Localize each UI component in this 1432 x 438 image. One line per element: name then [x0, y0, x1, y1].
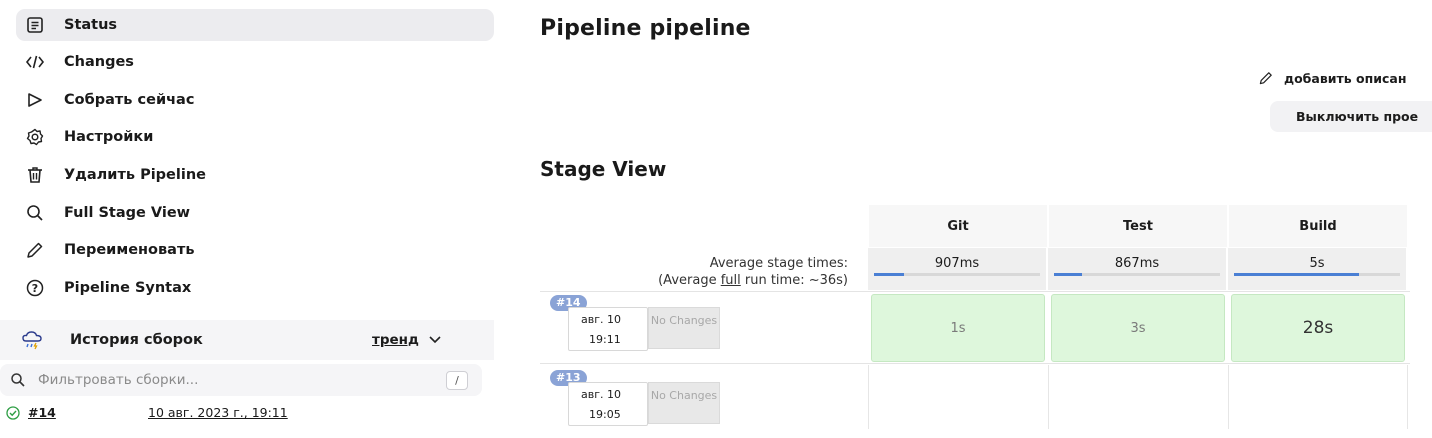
- pencil-icon: [24, 239, 46, 261]
- sidebar-item-label: Full Stage View: [64, 205, 191, 221]
- sidebar-item-label: Удалить Pipeline: [64, 167, 206, 183]
- add-description-link[interactable]: добавить описан: [1258, 70, 1406, 86]
- search-icon: [11, 373, 25, 387]
- trash-icon: [24, 164, 46, 186]
- stage-view-title: Stage View: [540, 157, 667, 181]
- no-changes-box: No Changes: [648, 382, 720, 424]
- sidebar-item-full-stage-view[interactable]: Full Stage View: [16, 197, 494, 229]
- sidebar-item-label: Настройки: [64, 129, 154, 145]
- chevron-down-icon: [429, 336, 441, 344]
- stage-header-build: Build: [1228, 205, 1407, 247]
- build-number-link[interactable]: #14: [28, 405, 56, 420]
- avg-time-value: 907ms: [934, 256, 980, 271]
- page-title: Pipeline pipeline: [540, 16, 751, 41]
- build-filter-input[interactable]: Фильтровать сборки... /: [0, 364, 482, 396]
- average-full-run-line: (Average full run time: ~36s): [540, 272, 848, 289]
- sidebar-item-label: Status: [64, 17, 118, 33]
- average-stage-times-label: Average stage times: (Average full run t…: [540, 255, 848, 289]
- trend-label: тренд: [372, 332, 419, 348]
- sidebar-item-label: Pipeline Syntax: [64, 280, 192, 296]
- full-run-link[interactable]: full: [721, 273, 741, 288]
- gear-icon: [24, 126, 46, 148]
- play-icon: [24, 89, 46, 111]
- avg-time-bar: [1054, 273, 1220, 276]
- disable-project-button[interactable]: Выключить прое: [1270, 101, 1432, 132]
- run-date-box: авг. 10 19:11: [568, 307, 648, 351]
- filter-placeholder: Фильтровать сборки...: [38, 372, 199, 388]
- weather-icon: [22, 331, 42, 350]
- avg-time-value: 867ms: [1114, 256, 1160, 271]
- run-row-header-14[interactable]: #14 авг. 10 19:11 No Changes: [540, 295, 868, 363]
- stage-header-git: Git: [868, 205, 1047, 247]
- sidebar-item-delete-pipeline[interactable]: Удалить Pipeline: [16, 159, 494, 191]
- success-check-icon: [6, 405, 20, 420]
- build-history-header: История сборок тренд: [0, 320, 494, 360]
- sidebar-item-changes[interactable]: Changes: [16, 46, 494, 78]
- stage-cell-git-13[interactable]: [868, 365, 1047, 429]
- run-date: авг. 10: [581, 388, 621, 401]
- avg-prefix: (Average: [658, 273, 721, 288]
- stage-header-test: Test: [1048, 205, 1227, 247]
- build-date-link[interactable]: 10 авг. 2023 г., 19:11: [148, 405, 288, 420]
- avg-time-bar-fill: [1234, 273, 1359, 276]
- run-time: 19:11: [589, 333, 621, 346]
- avg-time-bar-fill: [874, 273, 904, 276]
- sidebar-item-status[interactable]: Status: [16, 9, 494, 41]
- avg-time-build: 5s: [1228, 248, 1406, 290]
- svg-text:?: ?: [32, 282, 38, 295]
- trend-link[interactable]: тренд: [372, 332, 441, 348]
- sidebar-item-label: Собрать сейчас: [64, 92, 195, 108]
- row-divider: [540, 363, 1410, 364]
- avg-suffix: run time: ~36s): [740, 273, 848, 288]
- sidebar-item-settings[interactable]: Настройки: [16, 121, 494, 153]
- avg-time-bar: [874, 273, 1040, 276]
- help-icon: ?: [24, 277, 46, 299]
- stage-cell-build-13[interactable]: [1228, 365, 1408, 429]
- sidebar-item-label: Переименовать: [64, 242, 195, 258]
- code-icon: [24, 51, 46, 73]
- status-doc-icon: [24, 14, 46, 36]
- avg-time-value: 5s: [1309, 256, 1325, 271]
- sidebar-item-build-now[interactable]: Собрать сейчас: [16, 84, 494, 116]
- run-date-box: авг. 10 19:05: [568, 382, 648, 426]
- average-stage-times-line1: Average stage times:: [709, 256, 848, 271]
- stage-cell-test-13[interactable]: [1048, 365, 1227, 429]
- sidebar-item-pipeline-syntax[interactable]: ? Pipeline Syntax: [16, 272, 494, 304]
- avg-time-bar-fill: [1054, 273, 1083, 276]
- sidebar-item-label: Changes: [64, 54, 134, 70]
- build-history-row[interactable]: #14 10 авг. 2023 г., 19:11: [0, 400, 494, 425]
- sidebar-item-rename[interactable]: Переименовать: [16, 234, 494, 266]
- stage-cell-build-14[interactable]: 28s: [1231, 294, 1405, 362]
- run-date: авг. 10: [581, 313, 621, 326]
- filter-shortcut-key: /: [446, 371, 468, 390]
- stage-cell-git-14[interactable]: 1s: [871, 294, 1045, 362]
- avg-time-bar: [1234, 273, 1400, 276]
- search-icon: [24, 202, 46, 224]
- sidebar: Status Changes Собрать сейчас Настройки …: [0, 0, 510, 425]
- pencil-icon: [1259, 72, 1272, 85]
- avg-time-git: 907ms: [868, 248, 1046, 290]
- stage-cell-test-14[interactable]: 3s: [1051, 294, 1225, 362]
- avg-time-test: 867ms: [1048, 248, 1226, 290]
- add-description-label: добавить описан: [1284, 70, 1407, 86]
- row-divider: [540, 291, 1410, 292]
- build-history-title: История сборок: [70, 332, 203, 348]
- no-changes-box: No Changes: [648, 307, 720, 349]
- run-time: 19:05: [589, 408, 621, 421]
- run-row-header-13[interactable]: #13 авг. 10 19:05 No Changes: [540, 370, 868, 438]
